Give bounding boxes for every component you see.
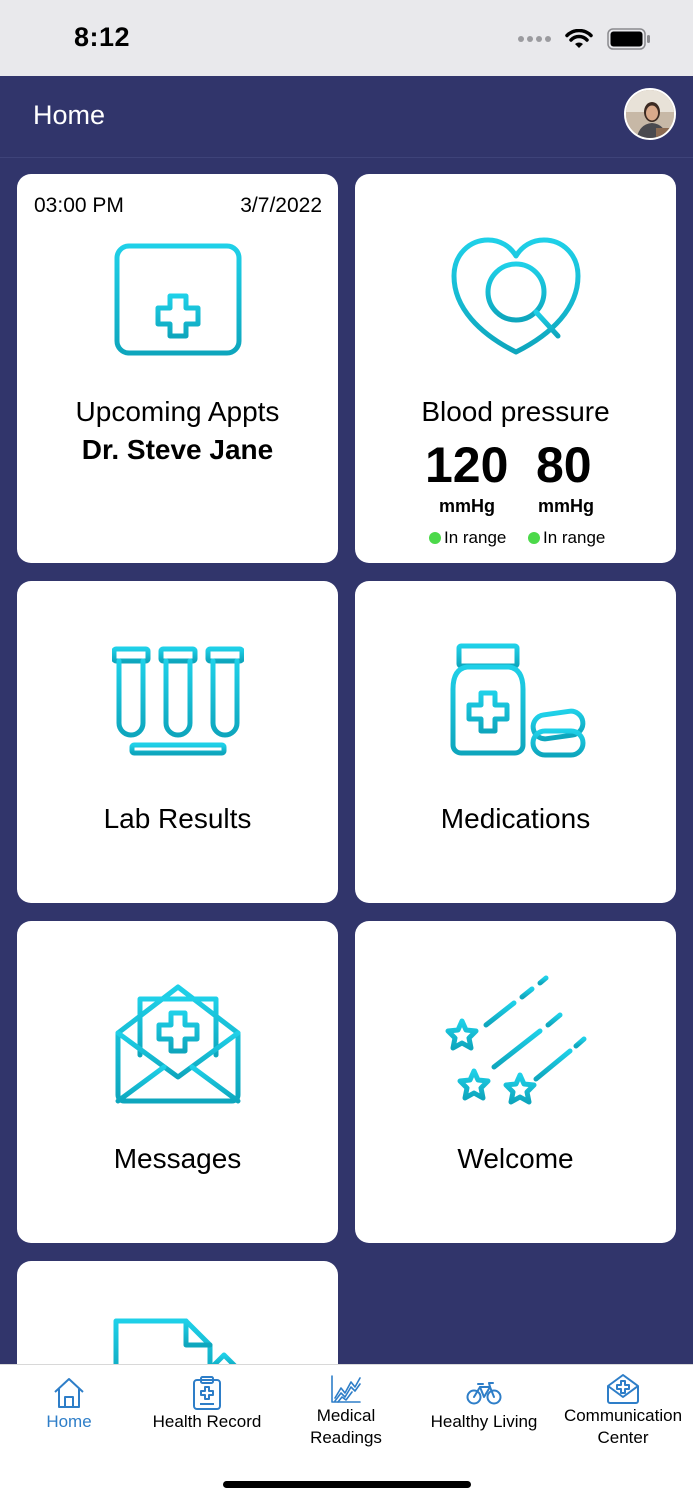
medications-card[interactable]: Medications	[355, 581, 676, 903]
systolic-unit: mmHg	[439, 496, 496, 516]
tab-medical-readings-line1: Medical	[316, 1406, 376, 1425]
chart-readings-icon	[330, 1373, 362, 1405]
in-range-dot-icon	[528, 532, 540, 544]
medical-envelope-icon	[17, 979, 338, 1107]
test-tubes-icon	[17, 645, 338, 757]
status-bar: 8:12	[0, 0, 693, 76]
tab-bar: Home Health Record Medical Readings Heal…	[0, 1364, 693, 1500]
tab-healthy-living-label: Healthy Living	[430, 1412, 538, 1431]
in-range-dot-icon	[429, 532, 441, 544]
lab-results-label: Lab Results	[103, 803, 252, 834]
appointments-card[interactable]: 03:00 PM 3/7/2022 Upcoming Appts Dr. Ste…	[17, 174, 338, 563]
diastolic-status-label: In range	[543, 528, 606, 547]
diastolic-unit: mmHg	[538, 496, 595, 516]
page-title: Home	[33, 100, 106, 130]
tab-communication-center-line1: Communication	[563, 1406, 683, 1425]
home-icon	[52, 1375, 86, 1411]
user-avatar-icon	[626, 90, 674, 138]
blood-pressure-title: Blood pressure	[421, 396, 610, 427]
home-indicator	[223, 1481, 471, 1488]
message-medical-icon	[606, 1373, 640, 1405]
nav-bar: Home	[0, 76, 693, 158]
systolic-status-label: In range	[444, 528, 507, 547]
appointment-date: 3/7/2022	[240, 194, 322, 217]
signal-dots-icon	[518, 36, 551, 42]
blood-pressure-card[interactable]: Blood pressure 120 80 mmHg mmHg In range…	[355, 174, 676, 563]
tab-communication-center[interactable]: Communication Center	[554, 1365, 692, 1465]
diastolic-value: 80	[536, 437, 592, 493]
welcome-label: Welcome	[457, 1143, 574, 1174]
tab-health-record-label: Health Record	[152, 1412, 262, 1431]
battery-icon	[607, 28, 650, 50]
tab-health-record[interactable]: Health Record	[138, 1365, 276, 1465]
tab-medical-readings-label: Medical Readings	[310, 1405, 382, 1449]
tab-medical-readings[interactable]: Medical Readings	[277, 1365, 415, 1465]
status-icons	[518, 28, 651, 50]
tab-healthy-living[interactable]: Healthy Living	[415, 1365, 553, 1465]
appointments-title: Upcoming Appts	[75, 396, 280, 427]
messages-label: Messages	[113, 1143, 242, 1174]
shooting-stars-icon	[355, 975, 676, 1111]
diastolic-status: In range	[528, 528, 605, 548]
medications-label: Medications	[440, 803, 591, 834]
heart-search-icon	[355, 236, 676, 356]
avatar[interactable]	[624, 88, 676, 140]
systolic-status: In range	[429, 528, 506, 548]
welcome-card[interactable]: Welcome	[355, 921, 676, 1243]
calendar-medical-icon	[17, 234, 338, 358]
systolic-value: 120	[425, 437, 509, 493]
messages-card[interactable]: Messages	[17, 921, 338, 1243]
tab-communication-center-label: Communication Center	[564, 1405, 682, 1449]
appointment-time: 03:00 PM	[34, 194, 124, 217]
tab-medical-readings-line2: Readings	[310, 1428, 382, 1447]
clipboard-medical-icon	[192, 1375, 222, 1411]
pill-bottle-icon	[355, 643, 676, 761]
bicycle-icon	[466, 1375, 502, 1411]
tab-home[interactable]: Home	[0, 1365, 138, 1465]
appointment-doctor: Dr. Steve Jane	[81, 434, 274, 465]
status-time: 8:12	[74, 22, 131, 52]
lab-results-card[interactable]: Lab Results	[17, 581, 338, 903]
tab-communication-center-line2: Center	[597, 1428, 649, 1447]
wifi-icon	[565, 29, 593, 48]
tab-home-label: Home	[46, 1412, 92, 1431]
